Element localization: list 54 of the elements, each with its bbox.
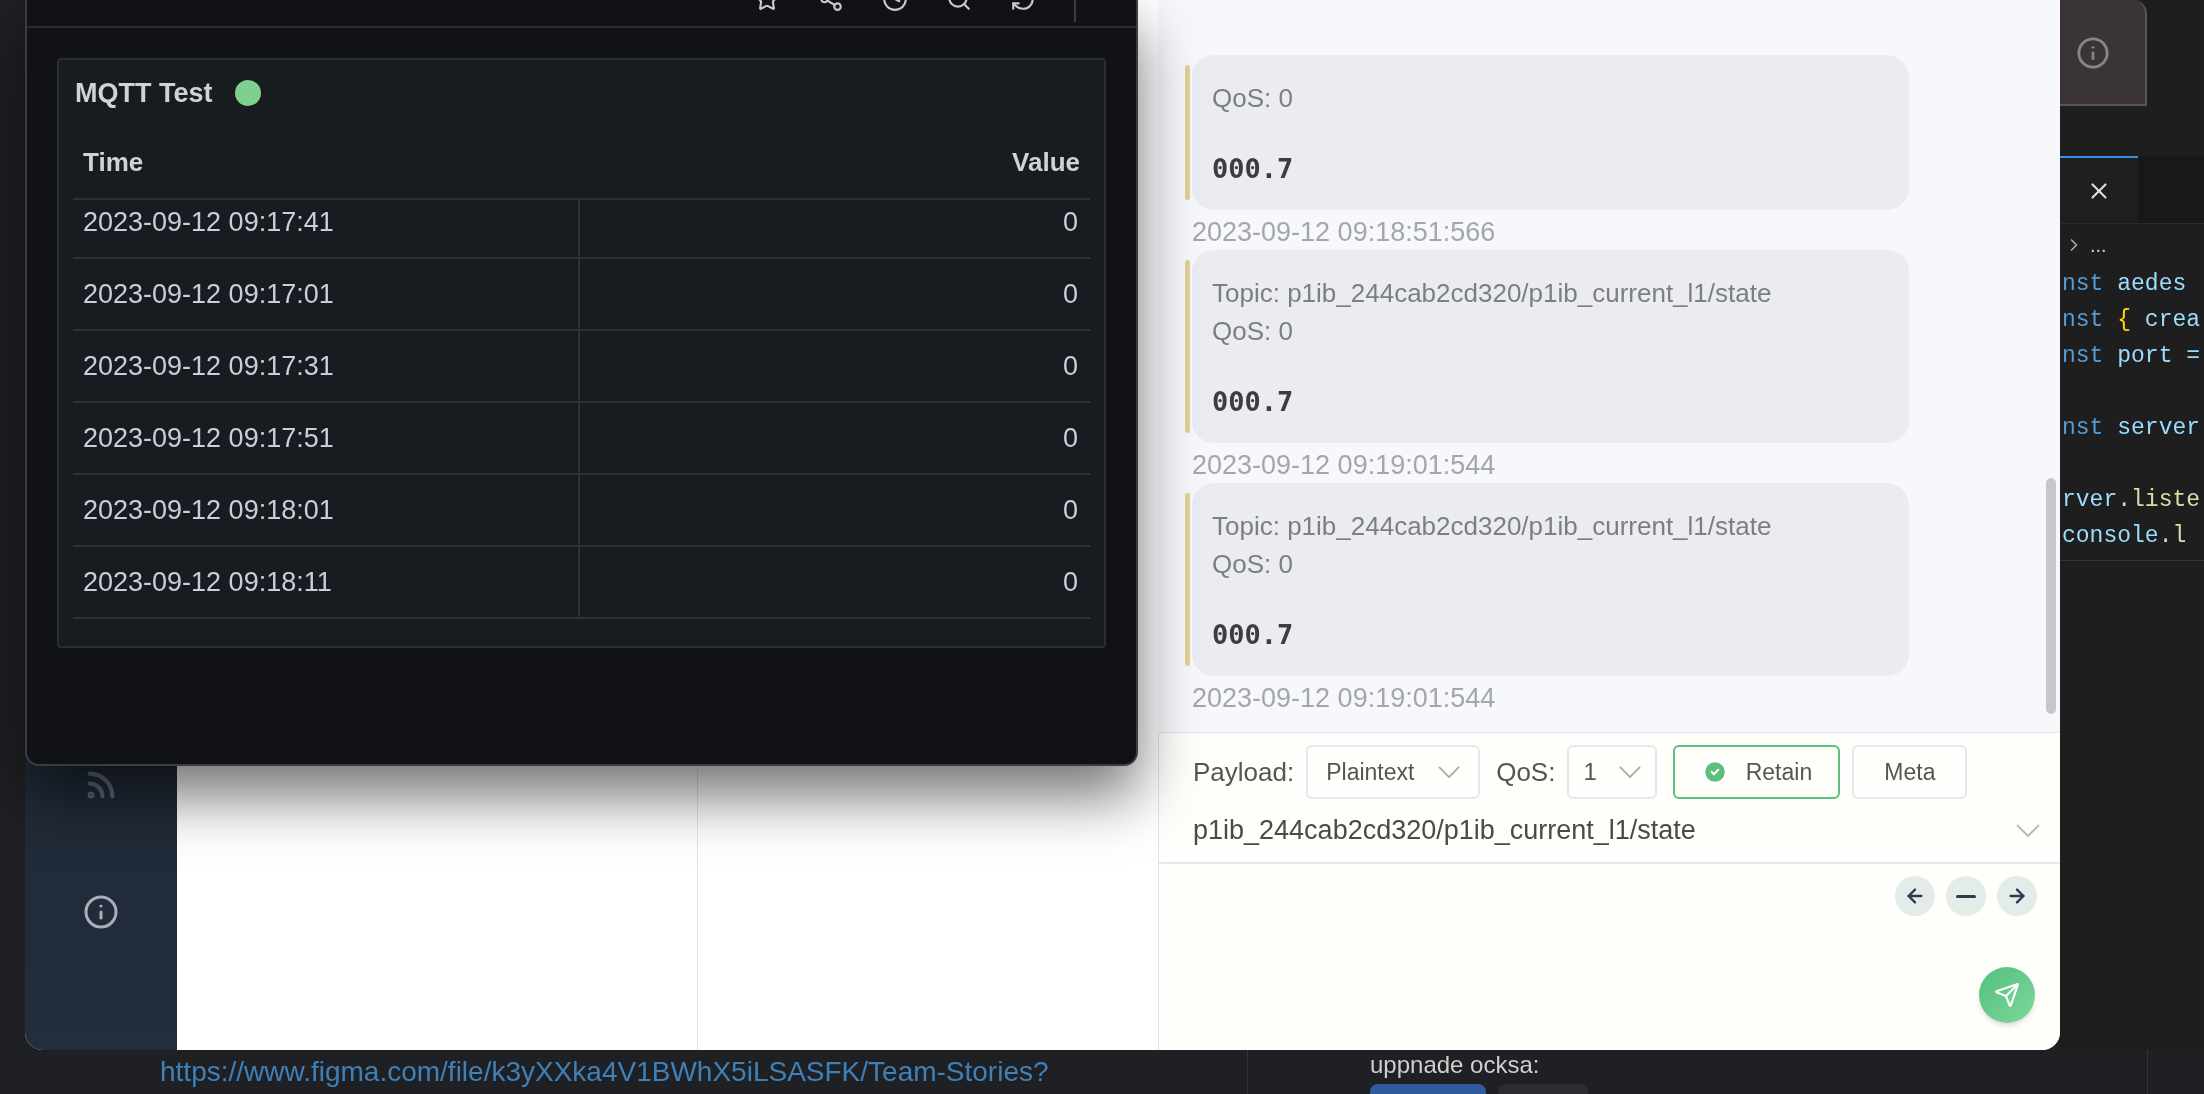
chat-text: uppnade ocksa: [1370,1050,1541,1080]
topic-field[interactable]: p1ib_244cab2cd320/p1ib_current_l1/state [1159,799,2060,864]
message-payload: 000.7 [1212,618,1295,652]
send-icon [1994,982,2020,1008]
code-line: nst { crea [2061,306,2202,335]
minus-icon [1956,894,1976,898]
chevron-down-icon [1438,766,1461,778]
qos-label: QoS: [1496,755,1556,789]
column-header[interactable]: Value [1012,142,1080,182]
message-qos: QoS: 0 [1212,548,1294,581]
table-cell-text: 2023-09-12 09:18:01 [83,493,334,527]
code-line: nst port = [2061,342,2202,371]
message-time: 2023-09-12 09:19:01:544 [1191,682,1497,715]
table-cell-text: 0 [1062,277,1078,311]
code-line: console.l [2061,522,2188,551]
table-cell-text: 2023-09-12 09:18:11 [83,565,332,599]
table-cell-text: 2023-09-12 09:17:51 [83,421,334,455]
table-cell-text: 2023-09-12 09:17:41 [83,205,334,239]
info-icon[interactable] [83,894,119,930]
message-time: 2023-09-12 09:18:51:566 [1191,216,1497,249]
column-header[interactable]: Time [83,142,144,182]
code-line: rver.liste [2061,486,2202,515]
table-cell-text: 0 [1062,421,1078,455]
payload-format-select[interactable]: Plaintext [1306,745,1481,799]
table-cell-text: 0 [1062,205,1078,239]
chevron-down-icon [2016,824,2040,837]
payload-label: Payload: [1193,755,1295,789]
retain-toggle[interactable]: Retain [1673,745,1841,799]
editor-tab[interactable] [2060,156,2138,223]
meta-button[interactable]: Meta [1852,745,1968,799]
message-topic: Topic: p1ib_244cab2cd320/p1ib_current_l1/state [1212,277,1773,310]
chevron-down-icon [1619,766,1642,778]
breadcrumb[interactable]: ... [2090,230,2107,260]
table-cell-text: 2023-09-12 09:17:31 [83,349,334,383]
message-qos: QoS: 0 [1212,315,1294,348]
table-cell-text: 0 [1062,565,1078,599]
table-cell-text: 2023-09-12 09:17:01 [83,277,334,311]
panel-title: MQTT Test [75,76,213,110]
table-cell-text: 0 [1062,493,1078,527]
code-line: nst server [2061,414,2202,443]
link[interactable]: https://www.figma.com/file/k3yXXka4V1BWhX5iLSASFK/Team-Stories? [160,1051,1049,1093]
message-payload: 000.7 [1212,152,1295,186]
qos-select[interactable]: 1 [1567,745,1658,799]
code-line: nst aedes [2061,270,2188,299]
scrollbar[interactable] [2046,478,2056,714]
info-icon[interactable] [2076,36,2110,70]
history-button[interactable] [1997,876,2037,916]
history-button[interactable] [1895,876,1935,916]
message-qos: QoS: 0 [1212,82,1294,115]
message-payload: 000.7 [1212,385,1295,419]
history-button[interactable] [1946,876,1986,916]
message-time: 2023-09-12 09:19:01:544 [1191,449,1497,482]
table-cell-text: 0 [1062,349,1078,383]
message-topic: Topic: p1ib_244cab2cd320/p1ib_current_l1/state [1212,510,1773,543]
